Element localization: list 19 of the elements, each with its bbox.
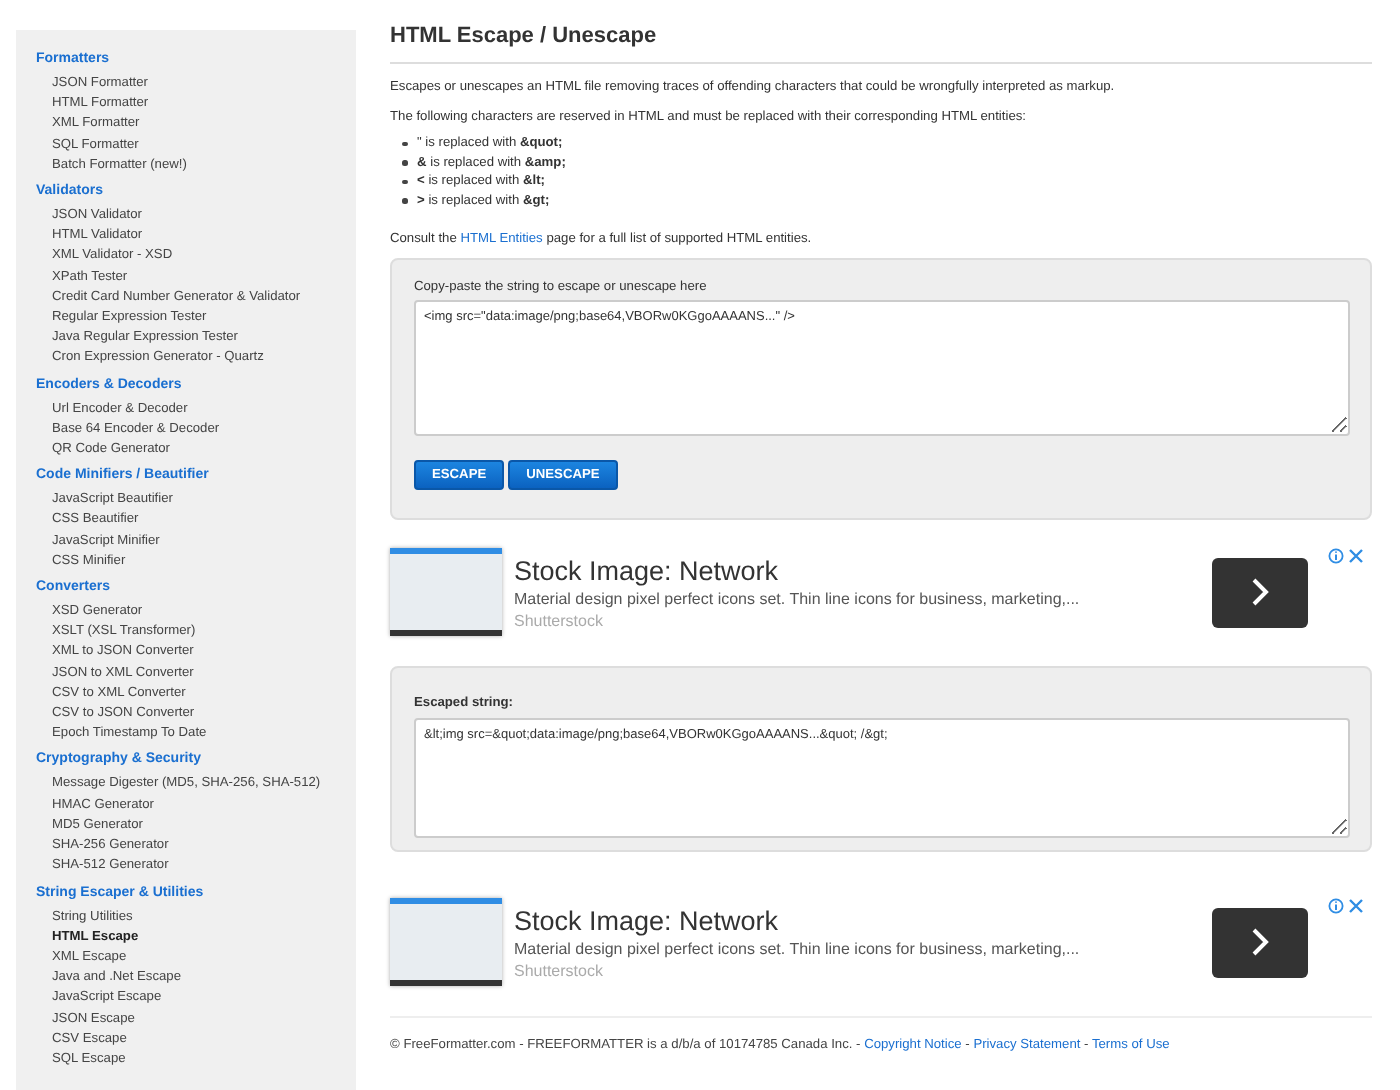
ad-info-close-icon[interactable] — [1328, 898, 1368, 915]
ad-thumbnail — [390, 898, 502, 987]
chevron-icon — [1250, 576, 1270, 609]
bullet-icon — [402, 160, 407, 166]
bullet-icon — [402, 141, 407, 147]
ad-title[interactable]: Stock Image: Network — [514, 555, 1200, 588]
ad-description: Material design pixel perfect icons set. Thin line icons for business, marketing,... — [514, 587, 1082, 612]
ad-description: Material design pixel perfect icons set. Thin line icons for business, marketing,... — [514, 937, 1082, 962]
ad-next-button[interactable] — [1212, 557, 1308, 628]
ad-title[interactable]: Stock Image: Network — [514, 905, 1200, 938]
ad-thumbnail — [390, 548, 502, 637]
page-title: HTML Escape / Unescape — [390, 24, 1372, 64]
ad-source: Shutterstock — [514, 961, 605, 980]
ad-source: Shutterstock — [514, 611, 605, 630]
bullet-icon — [402, 198, 407, 204]
chevron-icon — [1250, 926, 1270, 959]
ad-info-close-icon[interactable] — [1328, 548, 1368, 565]
bullet-icon — [402, 179, 407, 185]
ad-next-button[interactable] — [1212, 907, 1308, 978]
